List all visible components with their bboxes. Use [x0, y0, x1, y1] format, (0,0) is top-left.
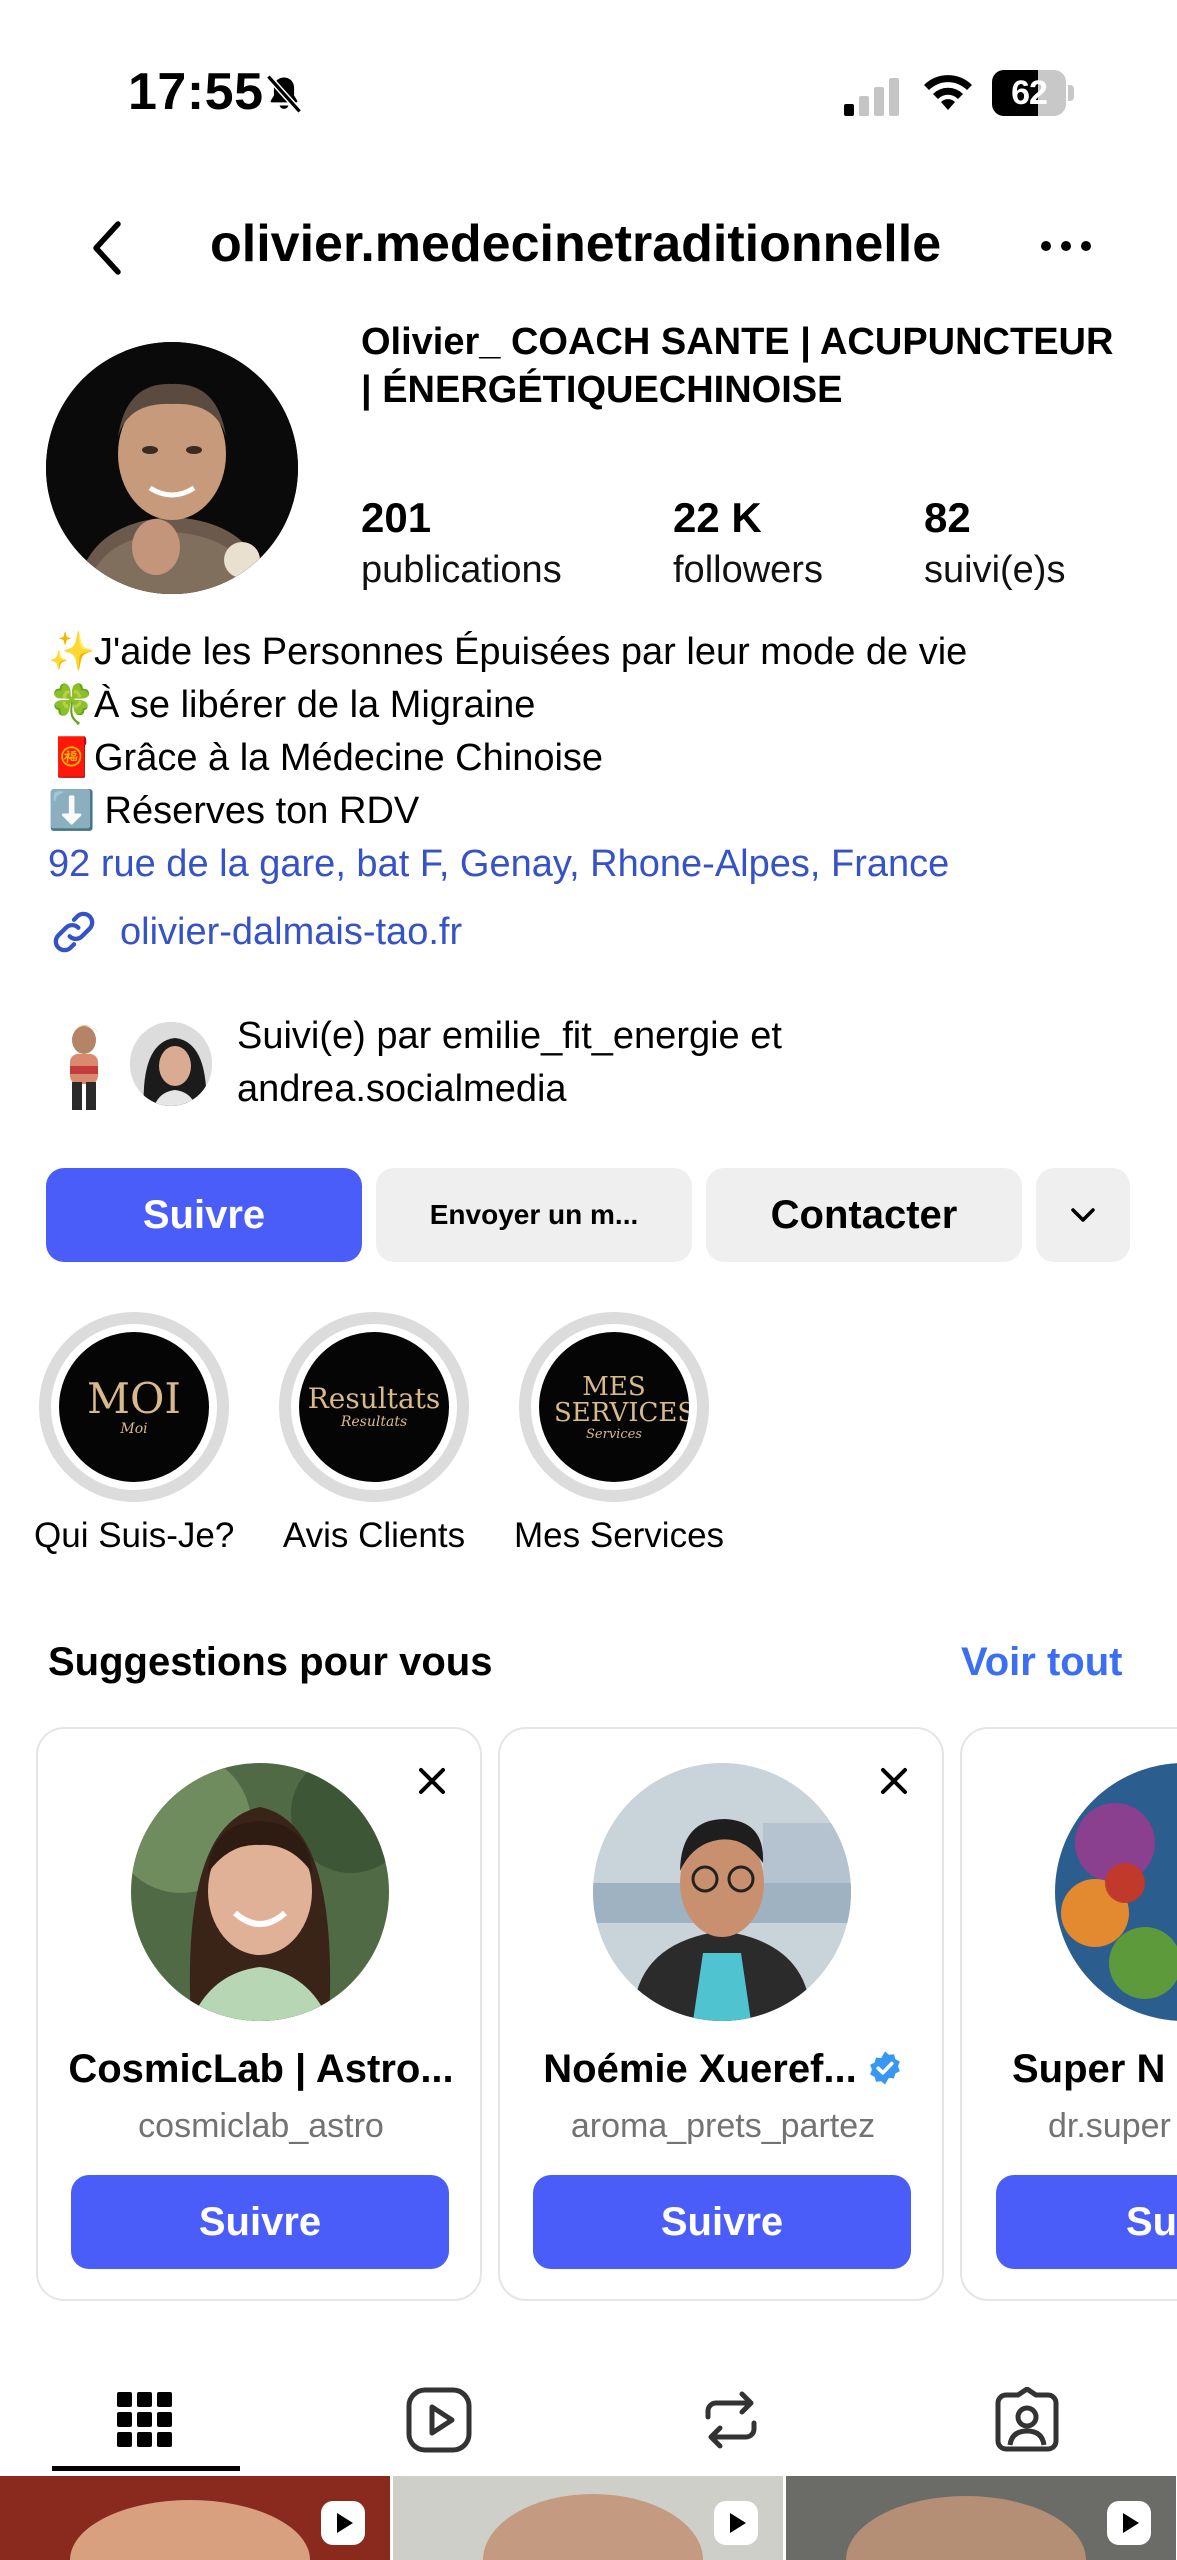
cellular-signal-icon	[844, 78, 899, 116]
profile-bio: ✨J'aide les Personnes Épuisées par leur …	[48, 626, 1148, 891]
profile-website-link[interactable]: olivier-dalmais-tao.fr	[48, 902, 462, 962]
suggested-accounts-toggle[interactable]	[1036, 1168, 1130, 1262]
verified-badge-icon	[869, 2051, 900, 2085]
highlight-cover: MES SERVICES Services	[539, 1332, 689, 1482]
grid-icon	[117, 2392, 172, 2447]
highlight-avis-clients[interactable]: Resultats Resultats Avis Clients	[274, 1312, 474, 1556]
tab-reels[interactable]	[344, 2370, 534, 2470]
reel-badge-icon	[714, 2501, 758, 2545]
suggestion-follow-button[interactable]: Sui	[996, 2175, 1177, 2269]
bio-line: ✨J'aide les Personnes Épuisées par leur …	[48, 626, 1148, 679]
suggestion-follow-button[interactable]: Suivre	[71, 2175, 449, 2269]
post-thumbnail[interactable]	[0, 2476, 390, 2560]
stat-publications[interactable]: 201 publications	[361, 492, 562, 596]
battery-indicator: 62	[992, 70, 1074, 116]
stat-label: suivi(e)s	[924, 549, 1066, 591]
stat-value: 201	[361, 494, 432, 541]
sparkles-icon: ✨	[48, 631, 96, 673]
highlight-cover: Resultats Resultats	[299, 1332, 449, 1482]
more-options-icon[interactable]	[1036, 226, 1096, 266]
red-envelope-icon: 🧧	[48, 737, 96, 779]
message-button[interactable]: Envoyer un m...	[376, 1168, 692, 1262]
stat-value: 22 K	[673, 494, 762, 541]
highlight-label: Mes Services	[514, 1516, 725, 1555]
clover-icon: 🍀	[48, 684, 96, 726]
wifi-icon	[924, 75, 972, 110]
highlight-qui-suis-je[interactable]: MOI Moi Qui Suis-Je?	[34, 1312, 234, 1556]
stat-followers[interactable]: 22 K followers	[673, 492, 823, 596]
suggestion-name: Noémie Xueref...	[520, 2047, 926, 2092]
dismiss-icon[interactable]	[414, 1763, 450, 1799]
mutual-followers[interactable]: Suivi(e) par emilie_fit_energie et andre…	[46, 1010, 1146, 1120]
suggestion-avatar[interactable]	[131, 1763, 389, 2021]
link-icon	[53, 911, 95, 953]
bio-line: ⬇️ Réserves ton RDV	[48, 785, 1148, 838]
stat-label: publications	[361, 549, 562, 591]
suggestion-card[interactable]: Super N dr.super Sui	[960, 1727, 1177, 2301]
tab-reposts[interactable]	[636, 2370, 826, 2470]
mutual-follower-avatar	[46, 1018, 124, 1110]
suggestion-name: Super N	[1012, 2047, 1166, 2091]
reels-icon	[406, 2387, 472, 2453]
contact-button[interactable]: Contacter	[706, 1168, 1022, 1262]
back-chevron-icon[interactable]	[80, 212, 136, 284]
bio-line: 🧧Grâce à la Médecine Chinoise	[48, 732, 1148, 785]
post-thumbnail[interactable]	[786, 2476, 1176, 2560]
profile-full-name: Olivier_ COACH SANTE | ACUPUNCTEUR | ÉNE…	[361, 321, 1114, 411]
active-tab-indicator	[52, 2466, 240, 2471]
suggestion-handle: aroma_prets_partez	[570, 2107, 876, 2145]
reposts-icon	[705, 2391, 757, 2449]
tab-grid[interactable]	[50, 2370, 240, 2470]
suggestion-follow-button[interactable]: Suivre	[533, 2175, 911, 2269]
mutual-follower-avatar	[126, 1018, 216, 1110]
suggestion-avatar[interactable]	[593, 1763, 851, 2021]
battery-level: 62	[1011, 74, 1048, 112]
tab-tagged[interactable]	[932, 2370, 1122, 2470]
bio-address-link[interactable]: 92 rue de la gare, bat F, Genay, Rhone-A…	[48, 838, 1148, 891]
status-time: 17:55	[128, 63, 264, 121]
follow-button[interactable]: Suivre	[46, 1168, 362, 1262]
stat-following[interactable]: 82 suivi(e)s	[924, 492, 1065, 596]
highlight-mes-services[interactable]: MES SERVICES Services Mes Services	[514, 1312, 725, 1556]
website-url: olivier-dalmais-tao.fr	[120, 910, 463, 953]
dismiss-icon[interactable]	[876, 1763, 912, 1799]
suggestion-handle: cosmiclab_astro	[138, 2107, 384, 2145]
profile-username: olivier.medecinetraditionnelle	[210, 215, 942, 273]
stat-value: 82	[924, 494, 971, 541]
suggestion-card[interactable]: Noémie Xueref... aroma_prets_partez Suiv…	[498, 1727, 944, 2301]
reel-badge-icon	[1107, 2501, 1151, 2545]
suggestion-avatar[interactable]	[1055, 1763, 1177, 2021]
highlight-label: Qui Suis-Je?	[34, 1516, 235, 1555]
suggestion-card[interactable]: CosmicLab | Astro... cosmiclab_astro Sui…	[36, 1727, 482, 2301]
suggestions-title: Suggestions pour vous	[48, 1640, 493, 1684]
see-all-link[interactable]: Voir tout	[961, 1640, 1122, 1685]
profile-avatar[interactable]	[46, 342, 298, 594]
tagged-icon	[995, 2387, 1059, 2452]
bio-line: 🍀À se libérer de la Migraine	[48, 679, 1148, 732]
down-arrow-icon: ⬇️	[48, 790, 96, 832]
reel-badge-icon	[321, 2501, 365, 2545]
suggestion-handle: dr.super	[1048, 2107, 1171, 2145]
highlight-label: Avis Clients	[282, 1516, 466, 1555]
highlight-cover: MOI Moi	[59, 1332, 209, 1482]
status-bar: 17:55 62	[0, 0, 1177, 190]
chevron-down-icon	[1071, 1208, 1095, 1222]
post-thumbnail[interactable]	[393, 2476, 783, 2560]
stat-label: followers	[673, 549, 823, 591]
followed-by-text: Suivi(e) par emilie_fit_energie et andre…	[237, 1015, 782, 1110]
bell-muted-icon	[266, 74, 302, 114]
suggestion-name: CosmicLab | Astro...	[68, 2047, 454, 2091]
